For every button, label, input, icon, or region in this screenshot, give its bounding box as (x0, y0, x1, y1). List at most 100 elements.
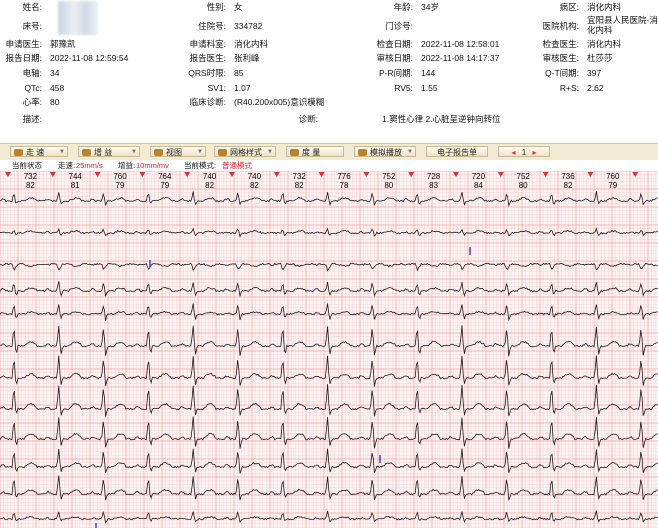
chevron-down-icon: ▼ (131, 149, 137, 155)
exam-date-value: 2022-11-08 12:58:01 (421, 38, 500, 49)
pr-value: 144 (421, 68, 436, 79)
electronic-report-button[interactable]: 电子报告单 (426, 146, 488, 157)
rv5-value: 1.55 (421, 82, 438, 93)
rr-interval-bpm: 84 (474, 181, 483, 190)
page-number: 1 (521, 148, 527, 157)
rr-interval-ms: 760 (113, 172, 127, 181)
rr-interval-ms: 744 (69, 172, 83, 181)
rr-interval-ms: 740 (248, 172, 262, 181)
rr-interval-bpm: 78 (340, 181, 349, 190)
speed-status-label: 走速: (58, 161, 76, 170)
exam-doctor-label: 检查医生: (542, 38, 579, 49)
electronic-report-label: 电子报告单 (437, 148, 477, 157)
rs-value: 2.62 (587, 82, 604, 93)
measure-button[interactable]: 度 量 (286, 146, 344, 157)
audit-date-value: 2022-11-08 14:17:37 (421, 53, 500, 64)
sv1-value: 1.07 (234, 82, 251, 93)
toolbar: 走 速 ▼ 增 益 ▼ 视图 ▼ 网格样式 ▼ 度 量 模拟播放 ▼ 电子报告单 ◂ 1 … (0, 143, 658, 161)
mode-status-value: 普通模式 (222, 161, 252, 170)
exam-date-label: 检查日期: (376, 38, 413, 49)
hospital-value: 宜阳县人民医院-消化内科 (587, 15, 658, 35)
report-date-value: 2022-11-08 12:59:54 (50, 53, 129, 64)
measure-button-label: 度 量 (302, 148, 321, 157)
view-button[interactable]: 视图 ▼ (150, 146, 206, 157)
rv5-label: RV5: (394, 82, 413, 93)
chevron-down-icon: ▼ (59, 149, 65, 155)
next-page-icon[interactable]: ▸ (532, 148, 536, 157)
rr-interval-ms: 736 (561, 172, 575, 181)
outpatient-no-label: 门诊号: (385, 20, 413, 31)
ward-label: 病区: (559, 2, 579, 13)
exam-doctor-value: 消化内科 (587, 38, 622, 49)
page-selector[interactable]: ◂ 1 ▸ (498, 146, 550, 157)
rr-interval-bpm: 79 (608, 181, 617, 190)
qtc-label: QTc: (24, 82, 42, 93)
grid-background (0, 171, 658, 528)
view-icon (154, 149, 163, 156)
simulate-playback-button[interactable]: 模拟播放 ▼ (354, 146, 416, 157)
patient-info-table: 姓名: 性别: 女 年龄: 34岁 病区: 消化内科 床号: 住院号: 3347… (0, 0, 658, 128)
rr-interval-ms: 752 (517, 172, 531, 181)
age-value: 34岁 (421, 2, 439, 13)
name-redaction (58, 1, 98, 35)
rr-interval-bpm: 79 (160, 181, 169, 190)
state-label: 当前状态 (12, 161, 42, 170)
inpatient-no-label: 住院号: (198, 20, 226, 31)
rr-interval-bpm: 82 (564, 181, 573, 190)
gender-value: 女 (234, 2, 243, 13)
rr-interval-ms: 752 (382, 172, 396, 181)
rr-interval-bpm: 82 (250, 181, 259, 190)
rr-interval-bpm: 81 (71, 181, 80, 190)
report-doctor-label: 报告医生: (189, 53, 226, 64)
ecg-waveform-panel[interactable]: 7328274481760797647974082740827328277678… (0, 171, 658, 528)
rr-interval-ms: 764 (158, 172, 172, 181)
rr-interval-ms: 760 (606, 172, 620, 181)
gain-status-label: 增益: (118, 161, 136, 170)
hr-label: 心率: (22, 97, 42, 108)
bed-label: 床号: (22, 20, 42, 31)
axis-value: 34 (50, 68, 60, 79)
hr-value: 80 (50, 97, 60, 108)
gain-status-value: 10mm/mv (136, 161, 169, 170)
rr-interval-bpm: 80 (384, 181, 393, 190)
play-icon (358, 149, 367, 156)
view-button-label: 视图 (166, 148, 182, 157)
gain-button[interactable]: 增 益 ▼ (78, 146, 140, 157)
gain-button-label: 增 益 (94, 148, 113, 157)
qt-label: Q-T间期: (545, 68, 579, 79)
rr-interval-ms: 732 (293, 172, 307, 181)
diagnosis-value: 1.窦性心律 2.心脏呈逆钟向转位 (382, 113, 501, 124)
clinical-dx-value: (R40.200x005)意识模糊 (234, 97, 325, 108)
grid-style-button[interactable]: 网格样式 ▼ (214, 146, 276, 157)
chevron-down-icon: ▼ (197, 149, 203, 155)
rr-interval-ms: 720 (472, 172, 486, 181)
apply-doctor-value: 郭豫凯 (50, 38, 76, 49)
rr-interval-ms: 776 (337, 172, 351, 181)
audit-date-label: 审核日期: (376, 53, 413, 64)
age-label: 年龄: (393, 2, 413, 13)
ward-value: 消化内科 (587, 2, 622, 13)
speed-icon (14, 149, 23, 156)
desc-value (46, 110, 230, 128)
status-bar: 当前状态 走速: 25mm/s 增益: 10mm/mv 当前模式: 普通模式 (0, 160, 658, 171)
simulate-playback-label: 模拟播放 (370, 148, 402, 157)
rr-interval-ms: 732 (24, 172, 38, 181)
rr-interval-ms: 728 (427, 172, 441, 181)
sv1-label: SV1: (207, 82, 226, 93)
report-doctor-value: 张利峰 (234, 53, 260, 64)
name-label: 姓名: (22, 2, 42, 13)
apply-dept-label: 申请科室: (189, 38, 226, 49)
hospital-label: 医院机构: (542, 20, 579, 31)
rs-label: R+S: (559, 82, 579, 93)
qrs-value: 85 (234, 68, 244, 79)
rr-interval-ms: 740 (203, 172, 217, 181)
apply-dept-value: 消化内科 (234, 38, 269, 49)
chevron-down-icon: ▼ (407, 149, 413, 155)
speed-button[interactable]: 走 速 ▼ (10, 146, 68, 157)
report-date-label: 报告日期: (5, 53, 42, 64)
grid-style-button-label: 网格样式 (230, 148, 262, 157)
clinical-dx-label: 临床诊断: (189, 97, 226, 108)
qtc-value: 458 (50, 82, 65, 93)
prev-page-icon[interactable]: ◂ (512, 148, 516, 157)
audit-doctor-label: 审核医生: (542, 53, 579, 64)
